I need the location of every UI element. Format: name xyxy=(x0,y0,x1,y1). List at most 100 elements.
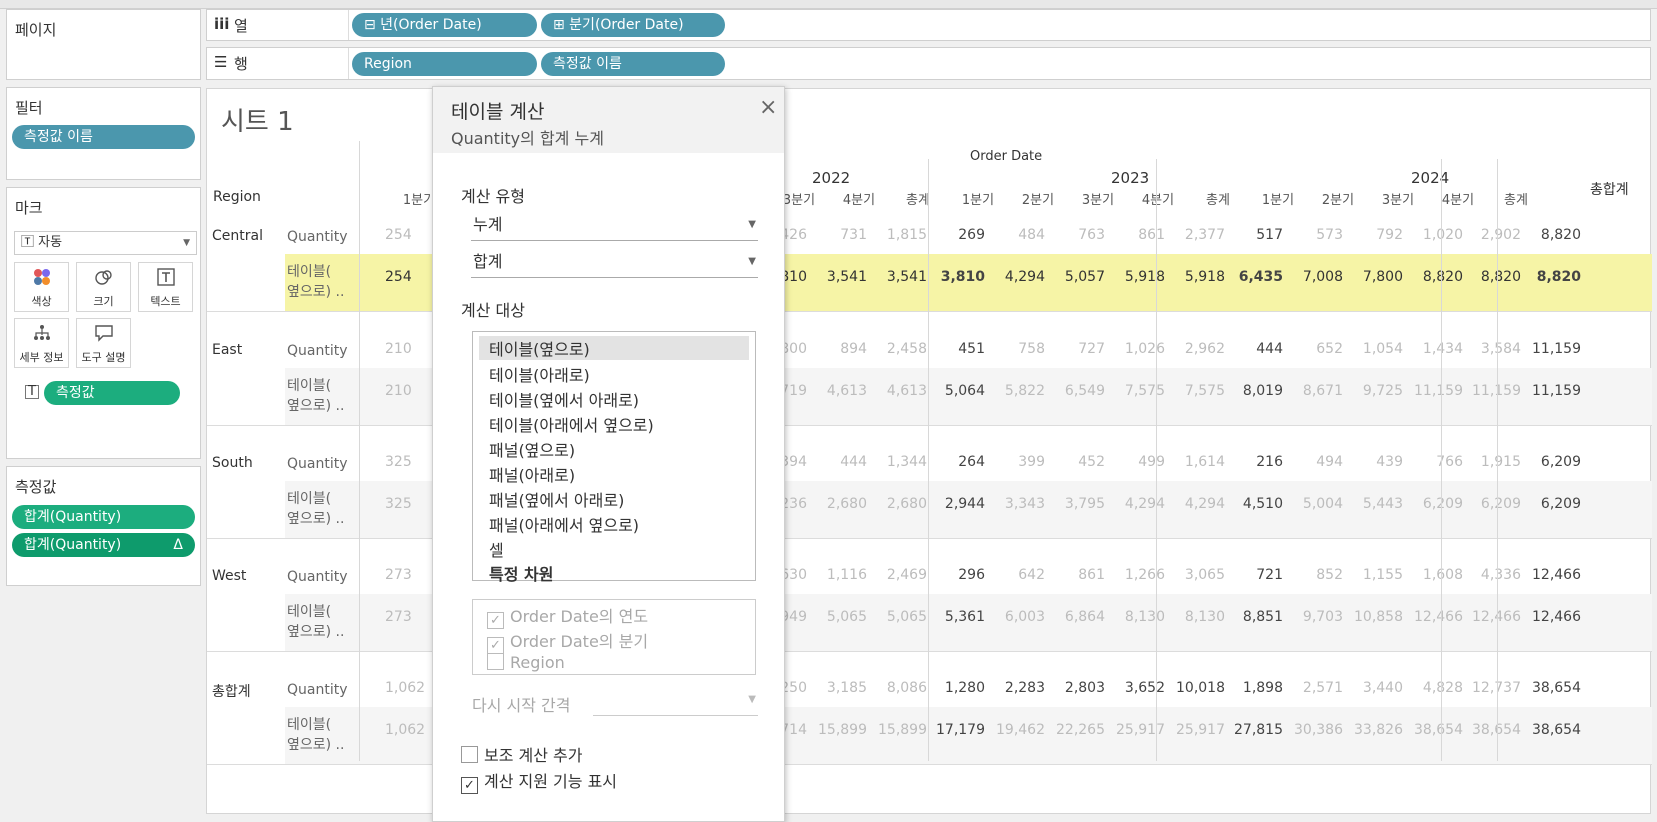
compute-option[interactable]: 테이블(옆으로) xyxy=(479,336,749,360)
filter-pill-measure-names[interactable]: 측정값 이름 xyxy=(12,125,195,149)
measure-pill-label: 합계(Quantity) xyxy=(24,537,122,553)
aggregation-value: 합계 xyxy=(473,252,503,271)
pages-title: 페이지 xyxy=(15,21,57,39)
table-cell: 38,654 xyxy=(1414,722,1463,738)
measure-name-quantity: Quantity xyxy=(287,229,348,245)
table-cell: 5,065 xyxy=(886,609,927,625)
table-cell: 1,020 xyxy=(1422,227,1463,243)
row-divider xyxy=(207,538,1652,539)
table-cell: 5,361 xyxy=(944,609,985,625)
measure-name-quantity: Quantity xyxy=(287,456,348,472)
table-cell: 2,944 xyxy=(944,496,985,512)
row-region-label: South xyxy=(212,455,253,471)
measure-name-quantity: Quantity xyxy=(287,682,348,698)
compute-option-specific-dimensions[interactable]: 특정 차원 xyxy=(489,561,553,585)
table-cell: 1,608 xyxy=(1422,567,1463,583)
calc-type-dropdown[interactable]: 누계 ▼ xyxy=(471,211,758,241)
table-cell: 727 xyxy=(1078,341,1105,357)
table-cell: 7,800 xyxy=(1362,269,1403,285)
compute-option[interactable]: 테이블(옆에서 아래로) xyxy=(489,387,639,411)
table-cell: 8,820 xyxy=(1480,269,1521,285)
restart-every-dropdown[interactable]: ▼ xyxy=(593,690,758,716)
compute-option[interactable]: 테이블(아래로) xyxy=(489,362,590,386)
marks-color-button[interactable]: 색상 xyxy=(14,262,69,312)
measure-pill-sum-quantity[interactable]: 합계(Quantity) xyxy=(12,505,195,529)
checkbox-checked-icon: ✓ xyxy=(487,637,504,654)
pages-panel[interactable]: 페이지 xyxy=(6,9,201,80)
table-cell: 11,159 xyxy=(1532,383,1581,399)
dimension-year[interactable]: ✓ Order Date의 연도 xyxy=(487,603,648,629)
add-secondary-calc-option[interactable]: 보조 계산 추가 xyxy=(461,742,583,766)
table-cell: 763 xyxy=(1078,227,1105,243)
table-cell: 2,571 xyxy=(1302,680,1343,696)
columns-shelf[interactable]: iii 열 ⊟ 년(Order Date) ⊞ 분기(Order Date) xyxy=(206,9,1651,41)
dimension-quarter[interactable]: ✓ Order Date의 분기 xyxy=(487,628,648,654)
table-cell: 1,344 xyxy=(886,454,927,470)
marks-pill-measure-values[interactable]: 측정값 xyxy=(44,381,180,405)
show-calc-assist-option[interactable]: ✓ 계산 지원 기능 표시 xyxy=(461,768,617,794)
marks-detail-button[interactable]: 세부 정보 xyxy=(14,318,69,368)
table-cell: 2,803 xyxy=(1064,680,1105,696)
table-cell: 5,065 xyxy=(826,609,867,625)
pill-measure-names[interactable]: 측정값 이름 xyxy=(541,52,725,76)
table-cell: 33,826 xyxy=(1354,722,1403,738)
detail-icon xyxy=(15,323,68,349)
table-cell: 5,057 xyxy=(1064,269,1105,285)
table-cell: 642 xyxy=(1018,567,1045,583)
add-secondary-calc-label: 보조 계산 추가 xyxy=(484,746,583,765)
table-cell: 1,614 xyxy=(1184,454,1225,470)
table-cell: 10,018 xyxy=(1176,680,1225,696)
col-header: 3분기 xyxy=(1081,193,1115,208)
table-cell: 38,654 xyxy=(1532,722,1581,738)
marks-size-button[interactable]: 크기 xyxy=(76,262,131,312)
table-cell: 1,815 xyxy=(886,227,927,243)
mark-type-dropdown[interactable]: 🅃 자동 ▼ xyxy=(14,231,197,255)
compute-option[interactable]: 테이블(아래에서 옆으로) xyxy=(489,412,654,436)
table-cell: 8,820 xyxy=(1536,269,1581,285)
marks-text-button[interactable]: 텍스트 xyxy=(138,262,193,312)
compute-option[interactable]: 패널(아래로) xyxy=(489,462,575,486)
compute-option[interactable]: 패널(아래에서 옆으로) xyxy=(489,512,639,536)
table-cell: 12,466 xyxy=(1414,609,1463,625)
measure-pill-sum-quantity-calc[interactable]: 합계(Quantity) Δ xyxy=(12,533,195,557)
restart-every-label: 다시 시작 간격 xyxy=(472,696,571,715)
checkbox-empty-icon[interactable] xyxy=(461,746,478,763)
table-cell: 766 xyxy=(1436,454,1463,470)
table-cell: 439 xyxy=(1376,454,1403,470)
checkbox-checked-icon[interactable]: ✓ xyxy=(461,777,478,794)
region-header: Region xyxy=(213,189,261,205)
measure-values-panel[interactable]: 측정값 합계(Quantity) 합계(Quantity) Δ xyxy=(6,466,201,586)
dimension-region[interactable]: Region xyxy=(487,653,565,672)
marks-tooltip-button[interactable]: 도구 설명 xyxy=(76,318,131,368)
table-cell: 15,899 xyxy=(878,722,927,738)
marks-panel[interactable]: 마크 🅃 자동 ▼ 색상 크기 텍스트 세부 정보 도구 설명 T 측정값 xyxy=(6,187,201,459)
col-header: 4분기 xyxy=(1141,193,1175,208)
pill-year-order-date[interactable]: ⊟ 년(Order Date) xyxy=(352,13,537,37)
checkbox-checked-icon: ✓ xyxy=(487,612,504,629)
table-cell: 2,680 xyxy=(826,496,867,512)
table-cell: 731 xyxy=(840,227,867,243)
table-cell: 8,820 xyxy=(1540,227,1581,243)
table-cell: 4,613 xyxy=(826,383,867,399)
table-cell: 4,828 xyxy=(1422,680,1463,696)
table-cell: 1,898 xyxy=(1242,680,1283,696)
table-cell: 11,159 xyxy=(1532,341,1581,357)
aggregation-dropdown[interactable]: 합계 ▼ xyxy=(471,248,758,278)
table-cell: 6,209 xyxy=(1422,496,1463,512)
pill-region[interactable]: Region xyxy=(352,52,537,76)
filters-panel[interactable]: 필터 측정값 이름 xyxy=(6,87,201,180)
rows-shelf[interactable]: ☰ 행 Region 측정값 이름 xyxy=(206,47,1651,80)
table-cell: 11,159 xyxy=(1465,383,1521,399)
pill-quarter-order-date[interactable]: ⊞ 분기(Order Date) xyxy=(541,13,725,37)
table-calculation-dialog[interactable]: 테이블 계산 Quantity의 합계 누계 × 계산 유형 누계 ▼ 합계 ▼… xyxy=(432,86,785,822)
compute-using-list[interactable]: 테이블(옆으로) 테이블(아래로) 테이블(옆에서 아래로) 테이블(아래에서 … xyxy=(472,331,756,584)
compute-option[interactable]: 셀 xyxy=(489,537,504,561)
close-icon[interactable]: × xyxy=(759,95,777,120)
compute-option[interactable]: 패널(옆으로) xyxy=(489,437,575,461)
year-2023-header: 2023 xyxy=(1111,169,1150,187)
table-cell: 27,815 xyxy=(1234,722,1283,738)
row-region-label: East xyxy=(212,342,243,358)
table-cell: 444 xyxy=(840,454,867,470)
compute-option[interactable]: 패널(옆에서 아래로) xyxy=(489,487,624,511)
worksheet-view[interactable]: 시트 1 Order Date Region 2022 2023 2024 총합… xyxy=(206,88,1652,814)
